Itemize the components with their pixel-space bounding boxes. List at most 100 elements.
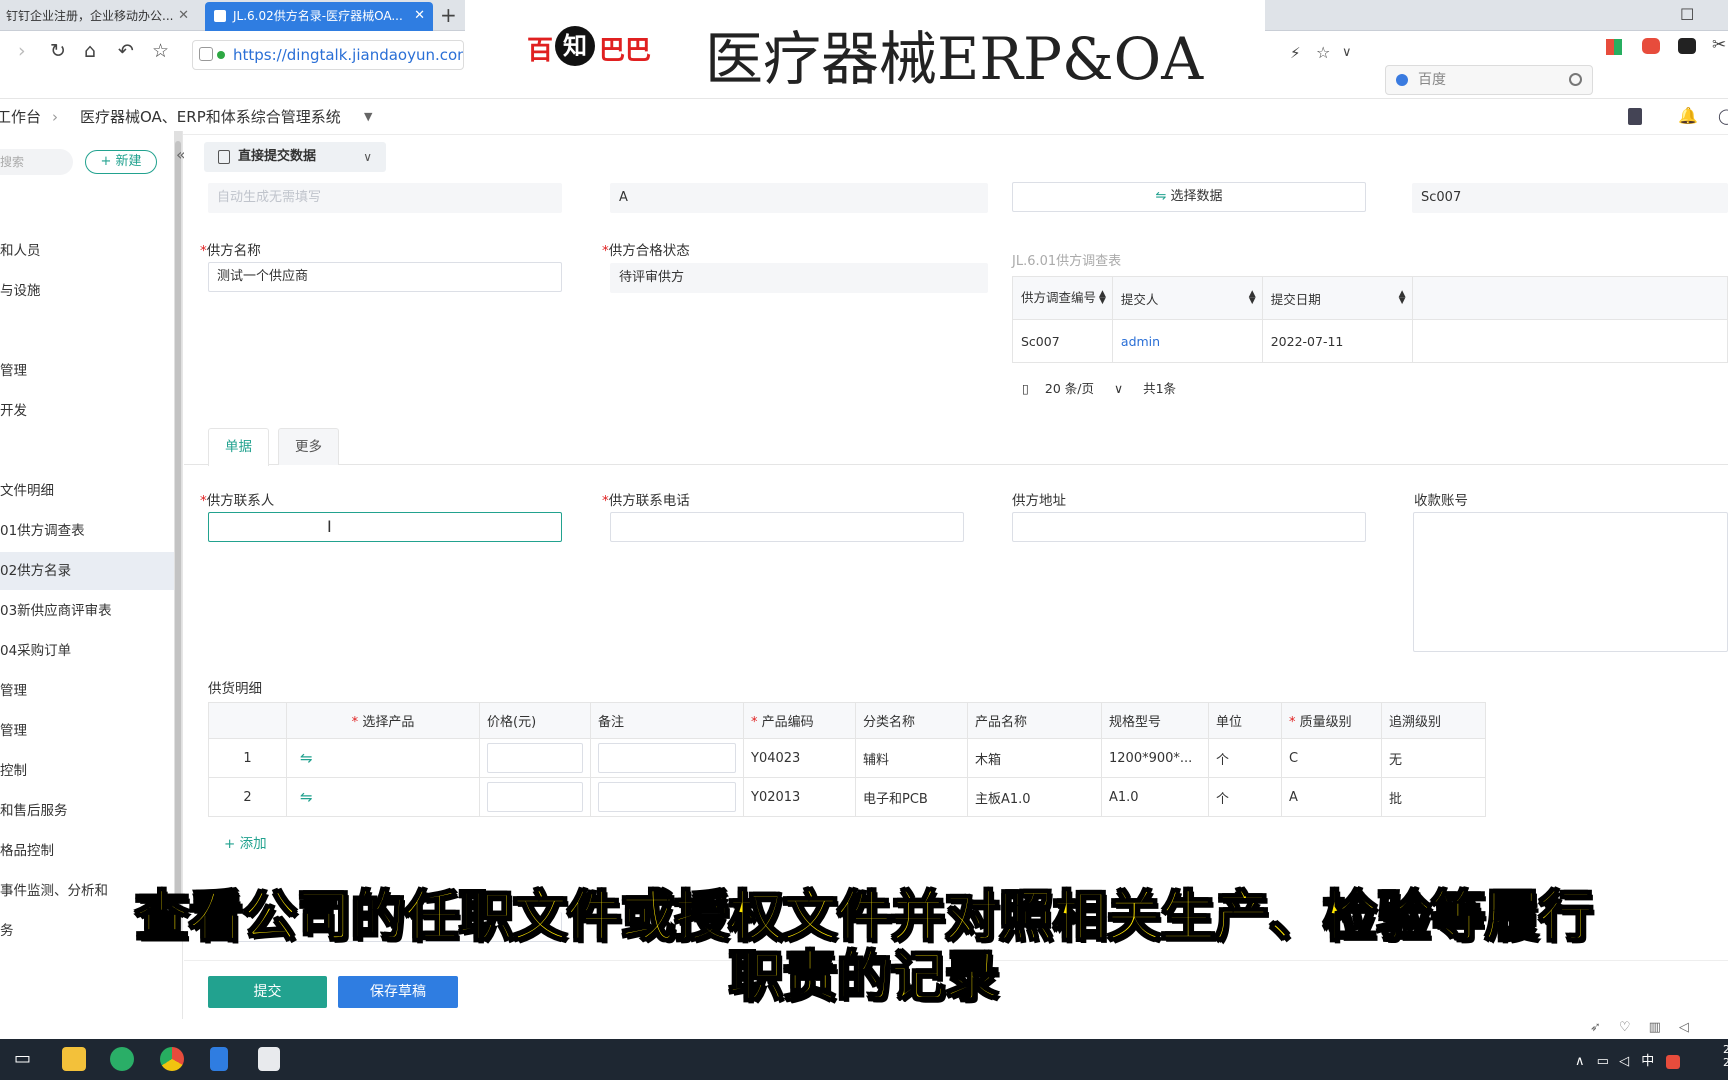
new-tab-icon[interactable]: + [440, 0, 457, 30]
contact-label: *供方联系人 [200, 493, 275, 509]
rocket-icon[interactable]: ➶ [1590, 1020, 1619, 1035]
volume-icon[interactable]: ◁ [1619, 1054, 1629, 1069]
column-header[interactable]: 提交日期 ▲ ▼ [1261, 276, 1413, 320]
link-icon[interactable]: ⇋ [300, 788, 313, 806]
remark-input[interactable] [598, 782, 736, 812]
column-header[interactable]: 供方调查编号 ▲ ▼ [1012, 276, 1113, 320]
reload-icon[interactable]: ↻ [50, 40, 66, 62]
sidebar-item[interactable]: 管理 [0, 712, 174, 750]
url-field[interactable]: https://dingtalk.jiandaoyun.com/d [192, 40, 464, 70]
sidebar-item[interactable]: 开发 [0, 392, 174, 430]
browser-tab-active[interactable]: JL.6.02供方名录-医疗器械OA... ✕ [205, 2, 433, 31]
table-cell: A [1281, 777, 1382, 817]
new-button[interactable]: + 新建 [85, 150, 157, 174]
address-label: 供方地址 [1012, 493, 1066, 509]
submit-mode-select[interactable]: 直接提交数据 ∨ [204, 142, 386, 172]
sidebar-item[interactable]: 格品控制 [0, 832, 174, 870]
remark-input[interactable] [598, 743, 736, 773]
select-product-cell[interactable]: ⇋ [286, 738, 480, 778]
extension-icon[interactable] [1678, 38, 1696, 54]
contact-input[interactable]: I [208, 512, 562, 542]
address-input[interactable] [1012, 512, 1366, 542]
sidebar-item[interactable]: 管理 [0, 352, 174, 390]
sogou-icon[interactable] [1666, 1054, 1681, 1069]
link-icon[interactable]: ⇋ [300, 749, 313, 767]
clock[interactable]: 22022 [1723, 1043, 1728, 1069]
account-label: 收款账号 [1414, 493, 1468, 509]
sidebar-item[interactable]: 和人员 [0, 232, 174, 270]
price-input[interactable] [487, 743, 583, 773]
price-cell[interactable] [479, 738, 591, 778]
task-view-icon[interactable]: ▭ [14, 1048, 31, 1069]
ime-indicator[interactable]: 中 [1641, 1054, 1654, 1069]
document-icon[interactable] [210, 1047, 228, 1071]
undo-icon[interactable]: ↶ [118, 40, 134, 62]
table-row[interactable]: Sc007 admin 2022-07-11 [1012, 319, 1728, 363]
select-product-cell[interactable]: ⇋ [286, 777, 480, 817]
chevron-down-icon[interactable]: ∨ [1114, 381, 1123, 396]
price-cell[interactable] [479, 777, 591, 817]
trash-icon[interactable]: ▥ [1649, 1020, 1679, 1035]
page-size-select[interactable]: 20 条/页 [1045, 381, 1094, 396]
sidebar-item-survey[interactable]: 01供方调查表 [0, 512, 174, 550]
notebook-icon[interactable] [1628, 108, 1642, 125]
tab-document[interactable]: 单据 [208, 428, 269, 466]
heart-icon[interactable]: ♡ [1619, 1020, 1649, 1035]
user-icon[interactable]: ◯ [1718, 107, 1728, 125]
price-input[interactable] [487, 782, 583, 812]
sidebar-item[interactable]: 文件明细 [0, 472, 174, 510]
tab-title: JL.6.02供方名录-医疗器械OA... [233, 9, 403, 23]
star-icon[interactable]: ☆ [152, 40, 169, 62]
sidebar-item-purchase[interactable]: 04采购订单 [0, 632, 174, 670]
search-icon[interactable] [1569, 73, 1582, 86]
sound-icon[interactable]: ◁ [1679, 1020, 1707, 1035]
phone-input[interactable] [610, 512, 964, 542]
account-textarea[interactable] [1413, 512, 1728, 652]
add-row-button[interactable]: + 添加 [224, 832, 267, 852]
sidebar-item[interactable]: 管理 [0, 672, 174, 710]
breadcrumb-app[interactable]: 医疗器械OA、ERP和体系综合管理系统 [80, 99, 341, 135]
sidebar-item-supplier-list[interactable]: 02供方名录 [0, 552, 174, 590]
chevron-right-icon: › [52, 108, 58, 126]
close-icon[interactable]: ✕ [414, 2, 425, 30]
folder-icon[interactable] [62, 1047, 86, 1071]
apps-icon[interactable] [1606, 39, 1622, 55]
chevron-down-icon[interactable]: ∨ [1342, 45, 1352, 60]
app-header: 工作台 › 医疗器械OA、ERP和体系综合管理系统 ▼ 🔔 ◯ [0, 99, 1728, 135]
game-icon[interactable] [1642, 38, 1660, 54]
column-header[interactable]: 提交人 ▲ ▼ [1111, 276, 1263, 320]
bell-icon[interactable]: 🔔 [1678, 106, 1698, 125]
forward-icon[interactable]: › [18, 40, 26, 62]
browser-tab-dingtalk[interactable]: 钉钉企业注册，企业移动办公... ✕ [0, 2, 197, 31]
caret-down-icon[interactable]: ▼ [364, 99, 372, 135]
close-icon[interactable]: ✕ [178, 2, 189, 30]
home-icon[interactable]: ⌂ [84, 40, 96, 62]
favorite-icon[interactable]: ☆ [1316, 43, 1330, 62]
sidebar-search-input[interactable]: 搜索 [0, 149, 73, 175]
submitter-link[interactable]: admin [1121, 334, 1160, 349]
wechat-icon[interactable] [110, 1047, 134, 1071]
player-icon[interactable] [258, 1047, 280, 1071]
sidebar-item[interactable]: 控制 [0, 752, 174, 790]
sidebar-item[interactable]: 和售后服务 [0, 792, 174, 830]
tab-more[interactable]: 更多 [278, 428, 339, 465]
bookmark-icon[interactable]: ☐ [1680, 5, 1694, 24]
sidebar-item[interactable]: 与设施 [0, 272, 174, 310]
column-header: * 质量级别 [1281, 702, 1382, 739]
browser-icon[interactable] [160, 1047, 184, 1071]
supplier-name-input[interactable]: 测试一个供应商 [208, 262, 562, 292]
search-input[interactable]: 百度 [1385, 65, 1593, 95]
remark-cell[interactable] [590, 777, 744, 817]
chevron-up-icon[interactable]: ∧ [1575, 1054, 1585, 1069]
network-icon[interactable]: ▭ [1597, 1054, 1609, 1069]
lightning-icon[interactable]: ⚡ [1290, 44, 1301, 62]
remark-cell[interactable] [590, 738, 744, 778]
select-data-button[interactable]: ⇋ 选择数据 [1012, 182, 1366, 212]
sort-icon: ▲ ▼ [1248, 289, 1256, 306]
grade-field: A [610, 183, 988, 213]
scissors-icon[interactable]: ✂ [1712, 35, 1726, 55]
table-row: 1 ⇋ Y04023 辅料 木箱 1200*900*... 个 C 无 [208, 738, 1486, 778]
breadcrumb-workbench[interactable]: 工作台 [0, 99, 41, 135]
sidebar-item-review[interactable]: 03新供应商评审表 [0, 592, 174, 630]
sidebar-scrollbar[interactable] [174, 131, 182, 941]
